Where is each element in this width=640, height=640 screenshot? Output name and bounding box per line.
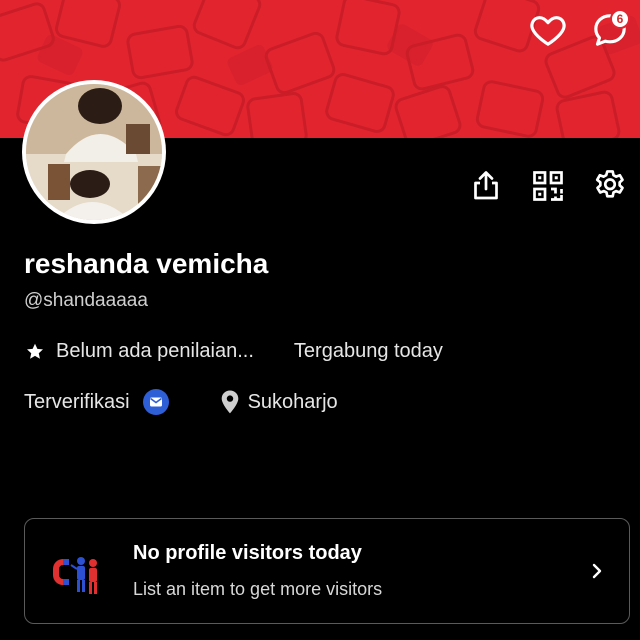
visitors-card-subtitle: List an item to get more visitors [133, 579, 383, 599]
gear-icon [595, 170, 624, 198]
qr-code-icon [533, 171, 563, 201]
visitors-illustration [43, 539, 107, 603]
avatar[interactable] [22, 80, 166, 224]
display-name: reshanda vemicha [24, 248, 269, 279]
verified-info[interactable]: Terverifikasi [24, 388, 170, 416]
username: @shandaaaaa [24, 290, 148, 311]
share-button[interactable] [464, 164, 508, 208]
visitors-card-title: No profile visitors today [133, 542, 362, 564]
avatar-photo [26, 84, 162, 220]
visitors-card-text: No profile visitors today List an item t… [133, 542, 382, 600]
share-icon [474, 171, 498, 200]
email-verified-icon [142, 388, 170, 416]
location-text: Sukoharjo [247, 390, 338, 413]
qr-code-button[interactable] [526, 164, 570, 208]
chat-button[interactable]: 6 [588, 8, 632, 52]
joined-text: Tergabung today [293, 340, 443, 362]
profile-verification-row: Terverifikasi Sukoharjo [24, 388, 338, 416]
location-info: Sukoharjo [218, 389, 338, 415]
chevron-right-icon [587, 559, 607, 588]
profile-stats-row: Belum ada penilaian... Tergabung today [24, 340, 443, 363]
favorites-button[interactable] [526, 8, 570, 52]
notification-badge: 6 [610, 9, 630, 29]
profile-visitors-card[interactable]: No profile visitors today List an item t… [24, 518, 630, 624]
star-icon [24, 341, 46, 363]
heart-icon [530, 16, 566, 46]
verified-text: Terverifikasi [24, 390, 130, 413]
location-pin-icon [218, 389, 242, 415]
rating-info[interactable]: Belum ada penilaian... [24, 340, 254, 363]
rating-text: Belum ada penilaian... [56, 340, 254, 362]
settings-button[interactable] [588, 164, 632, 208]
top-actions: 6 [526, 8, 632, 52]
joined-info: Tergabung today [294, 340, 443, 363]
profile-tools [464, 164, 632, 208]
